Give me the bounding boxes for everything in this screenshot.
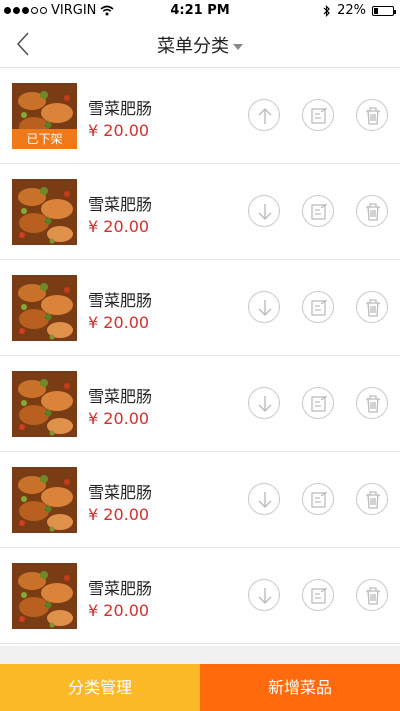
delete-button[interactable] bbox=[356, 387, 388, 419]
list-item: 雪菜肥肠 ¥ 20.00 bbox=[0, 164, 400, 260]
edit-button[interactable] bbox=[302, 387, 334, 419]
take-off-shelf-button[interactable] bbox=[248, 579, 280, 611]
arrow-down-icon bbox=[258, 588, 272, 604]
dish-name: 雪菜肥肠 bbox=[88, 99, 153, 118]
off-shelf-badge: 已下架 bbox=[12, 129, 77, 149]
list-item: 雪菜肥肠 ¥ 20.00 bbox=[0, 548, 400, 644]
trash-icon bbox=[366, 107, 380, 125]
edit-button[interactable] bbox=[302, 99, 334, 131]
trash-icon bbox=[366, 587, 380, 605]
take-off-shelf-button[interactable] bbox=[248, 387, 280, 419]
edit-button[interactable] bbox=[302, 579, 334, 611]
trash-icon bbox=[366, 491, 380, 509]
arrow-down-icon bbox=[258, 396, 272, 412]
dish-price: ¥ 20.00 bbox=[88, 409, 150, 428]
dish-price: ¥ 20.00 bbox=[88, 121, 150, 140]
delete-button[interactable] bbox=[356, 483, 388, 515]
dish-thumbnail bbox=[12, 275, 77, 341]
edit-icon bbox=[311, 587, 328, 604]
dish-price: ¥ 20.00 bbox=[88, 601, 150, 620]
dish-name: 雪菜肥肠 bbox=[88, 579, 153, 598]
trash-icon bbox=[366, 395, 380, 413]
take-off-shelf-button[interactable] bbox=[248, 483, 280, 515]
arrow-down-icon bbox=[258, 492, 272, 508]
edit-icon bbox=[311, 491, 328, 508]
nav-bar: 菜单分类 bbox=[0, 20, 400, 68]
status-bar: VIRGIN 4:21 PM 22% bbox=[0, 0, 400, 20]
category-manage-button[interactable]: 分类管理 bbox=[0, 664, 200, 711]
dish-name: 雪菜肥肠 bbox=[88, 195, 153, 214]
delete-button[interactable] bbox=[356, 99, 388, 131]
dish-list: 已下架 雪菜肥肠 ¥ 20.00 雪菜肥肠 ¥ 20.00 雪菜肥肠 ¥ 20.… bbox=[0, 68, 400, 644]
trash-icon bbox=[366, 299, 380, 317]
bluetooth-icon bbox=[323, 4, 330, 17]
bottom-action-bar: 分类管理 新增菜品 bbox=[0, 664, 400, 711]
caret-down-icon bbox=[233, 44, 243, 50]
take-off-shelf-button[interactable] bbox=[248, 195, 280, 227]
edit-button[interactable] bbox=[302, 195, 334, 227]
delete-button[interactable] bbox=[356, 579, 388, 611]
edit-button[interactable] bbox=[302, 291, 334, 323]
dish-name: 雪菜肥肠 bbox=[88, 291, 153, 310]
dish-thumbnail bbox=[12, 467, 77, 533]
page-title: 菜单分类 bbox=[157, 36, 229, 57]
list-item: 雪菜肥肠 ¥ 20.00 bbox=[0, 260, 400, 356]
arrow-down-icon bbox=[258, 204, 272, 220]
arrow-up-icon bbox=[258, 108, 272, 124]
dish-name: 雪菜肥肠 bbox=[88, 483, 153, 502]
delete-button[interactable] bbox=[356, 291, 388, 323]
list-footer-spacer bbox=[0, 646, 400, 664]
dish-price: ¥ 20.00 bbox=[88, 505, 150, 524]
edit-icon bbox=[311, 299, 328, 316]
status-right: 22% bbox=[323, 3, 396, 18]
dish-thumbnail bbox=[12, 371, 77, 437]
dish-thumbnail bbox=[12, 563, 77, 629]
dish-price: ¥ 20.00 bbox=[88, 313, 150, 332]
add-dish-button[interactable]: 新增菜品 bbox=[200, 664, 400, 711]
list-item: 雪菜肥肠 ¥ 20.00 bbox=[0, 452, 400, 548]
dish-name: 雪菜肥肠 bbox=[88, 387, 153, 406]
battery-percent: 22% bbox=[337, 3, 366, 18]
edit-button[interactable] bbox=[302, 483, 334, 515]
arrow-down-icon bbox=[258, 300, 272, 316]
delete-button[interactable] bbox=[356, 195, 388, 227]
dish-price: ¥ 20.00 bbox=[88, 217, 150, 236]
list-item: 雪菜肥肠 ¥ 20.00 bbox=[0, 356, 400, 452]
list-item: 已下架 雪菜肥肠 ¥ 20.00 bbox=[0, 68, 400, 164]
dish-thumbnail bbox=[12, 179, 77, 245]
edit-icon bbox=[311, 395, 328, 412]
list-on-shelf-button[interactable] bbox=[248, 99, 280, 131]
take-off-shelf-button[interactable] bbox=[248, 291, 280, 323]
edit-icon bbox=[311, 107, 328, 124]
battery-icon bbox=[372, 5, 396, 16]
category-title-dropdown[interactable]: 菜单分类 bbox=[0, 32, 400, 58]
trash-icon bbox=[366, 203, 380, 221]
edit-icon bbox=[311, 203, 328, 220]
